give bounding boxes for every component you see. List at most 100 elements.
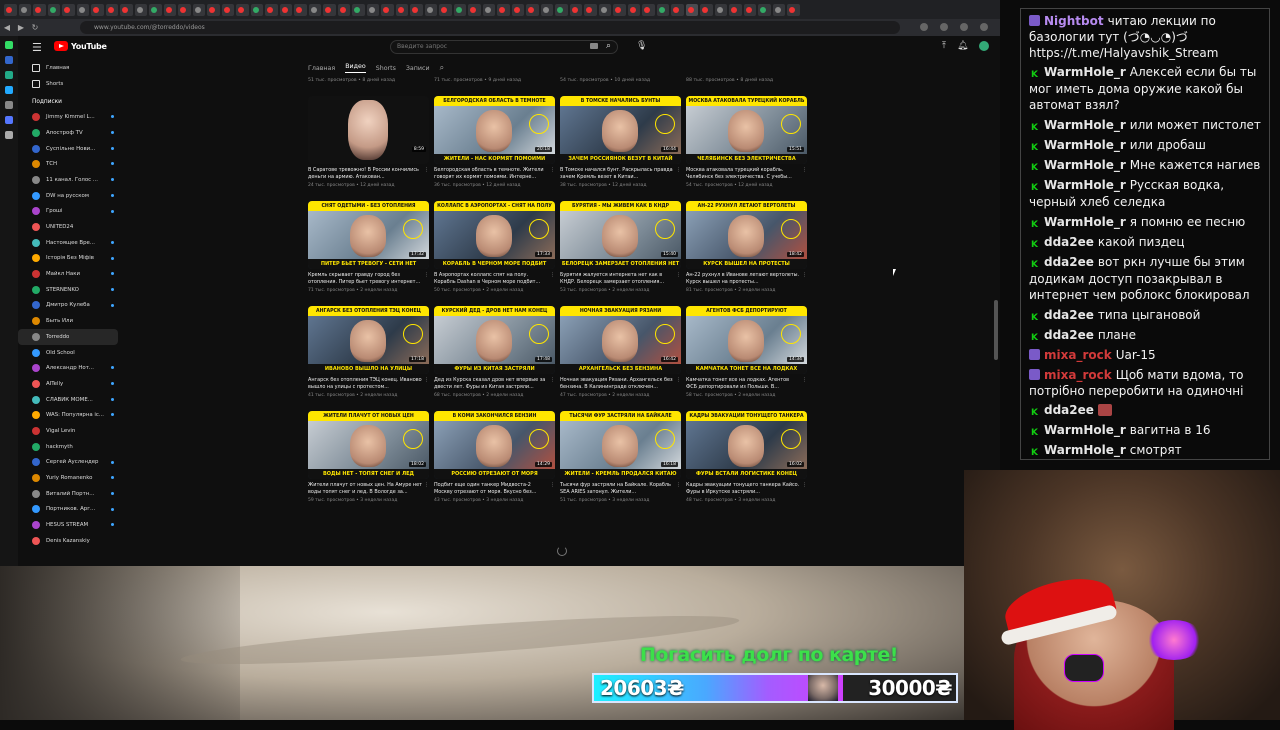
browser-tab[interactable] (787, 3, 800, 16)
video-thumbnail[interactable]: КОЛЛАПС В АЭРОПОРТАХ - СНЯТ НА ПОЛУ КОРАБ… (434, 201, 555, 269)
browser-tab[interactable] (642, 3, 655, 16)
video-thumbnail[interactable]: АНГАРСК БЕЗ ОТОПЛЕНИЯ ТЭЦ КОНЕЦ ИВАНОВО В… (308, 306, 429, 374)
browser-tab[interactable] (221, 3, 234, 16)
upload-icon[interactable]: ⤒ (942, 41, 946, 51)
browser-tab[interactable] (584, 3, 597, 16)
sidebar-item-subscription[interactable]: Суспільне Нови... (18, 141, 118, 157)
sidebar-app-icon[interactable] (5, 56, 13, 64)
video-title[interactable]: Дед из Курска сказал дров нет впервые за… (434, 377, 545, 390)
browser-tab[interactable] (714, 3, 727, 16)
sidebar-item-subscription[interactable]: Історія Без Міфів (18, 251, 118, 267)
search-input[interactable]: Введите запрос (390, 40, 618, 54)
video-title[interactable]: Ангарск без отопления ТЭЦ конец. Иваново… (308, 377, 422, 390)
video-card[interactable]: АГЕНТОВ ФСБ ДЕПОРТИРУЮТ КАМЧАТКА ТОНЕТ ВС… (686, 306, 812, 398)
sidebar-item-subscription[interactable]: Torreddo (18, 329, 118, 345)
browser-tab[interactable] (207, 3, 220, 16)
browser-tab[interactable] (758, 3, 771, 16)
sidebar-item-subscription[interactable]: ТСН (18, 156, 118, 172)
video-card[interactable]: ЖИТЕЛИ ПЛАЧУТ ОТ НОВЫХ ЦЕН ВОДЫ НЕТ - ТОП… (308, 411, 434, 503)
sidebar-item-subscription[interactable]: 11 канал. Голос ... (18, 172, 118, 188)
browser-tab[interactable] (526, 3, 539, 16)
menu-icon[interactable]: ☰ (32, 41, 42, 54)
browser-tab[interactable] (47, 3, 60, 16)
video-thumbnail[interactable]: СНЯТ ОДЕТЫМИ - БЕЗ ОТОПЛЕНИЯ ПИТЕР БЬЕТ Т… (308, 201, 429, 269)
more-options-icon[interactable]: ⋮ (676, 482, 681, 489)
more-options-icon[interactable]: ⋮ (424, 377, 429, 384)
video-thumbnail[interactable]: БУРЯТИЯ - МЫ ЖИВЕМ КАК В КНДР БЕЛОРЕЦК ЗА… (560, 201, 681, 269)
sidebar-item-subscription[interactable]: hackmyth (18, 439, 118, 455)
reload-icon[interactable]: ↻ (28, 23, 42, 32)
chat-username[interactable]: WarmHole_r (1044, 65, 1126, 79)
video-card[interactable]: В КОМИ ЗАКОНЧИЛСЯ БЕНЗИН РОССИЮ ОТРЕЗАЮТ … (434, 411, 560, 503)
scrollbar[interactable] (994, 300, 998, 360)
video-title[interactable]: Белгородская область в темноте. Жители г… (434, 167, 544, 180)
chat-username[interactable]: dda2ee (1044, 403, 1094, 417)
chat-username[interactable]: WarmHole_r (1044, 443, 1126, 457)
browser-tab[interactable] (743, 3, 756, 16)
tab-записи[interactable]: Записи (406, 65, 430, 72)
browser-tab[interactable] (439, 3, 452, 16)
browser-tab[interactable] (613, 3, 626, 16)
video-title[interactable]: Тысячи фур застряли на Байкале. Корабль … (560, 482, 671, 495)
chat-username[interactable]: Nightbot (1044, 14, 1104, 28)
video-title[interactable]: Ночная эвакуация Рязани. Архангельск без… (560, 377, 673, 390)
chat-username[interactable]: dda2ee (1044, 255, 1094, 269)
sidebar-app-icon[interactable] (5, 116, 13, 124)
video-thumbnail[interactable]: АН-22 РУХНУЛ ЛЕТАЮТ ВЕРТОЛЕТЫ КУРСК ВЫШЕЛ… (686, 201, 807, 269)
browser-tab[interactable] (555, 3, 568, 16)
video-card[interactable]: 8:59 В Саратове тревожно! В России кончил… (308, 96, 434, 188)
video-thumbnail[interactable]: МОСКВА АТАКОВАЛА ТУРЕЦКИЙ КОРАБЛЬ ЧЕЛЯБИН… (686, 96, 807, 164)
sidebar-item-subscription[interactable]: WAS: Популярна іс... (18, 407, 118, 423)
subscriptions-header[interactable]: Подписки (18, 91, 118, 109)
video-title[interactable]: Москва атаковала турецкий корабль. Челяб… (686, 167, 792, 180)
video-title[interactable]: Бурятия жалуется интернета нет как в КНД… (560, 272, 664, 285)
video-thumbnail[interactable]: 8:59 (308, 96, 429, 164)
video-card[interactable]: БЕЛГОРОДСКАЯ ОБЛАСТЬ В ТЕМНОТЕ ЖИТЕЛИ - Н… (434, 96, 560, 188)
video-thumbnail[interactable]: НОЧНАЯ ЭВАКУАЦИЯ РЯЗАНИ АРХАНГЕЛЬСК БЕЗ Б… (560, 306, 681, 374)
sidebar-item-subscription[interactable]: HESUS STREAM (18, 517, 118, 533)
video-title[interactable]: Жители плачут от новых цен. На Амуре нет… (308, 482, 422, 495)
more-options-icon[interactable]: ⋮ (802, 482, 807, 489)
browser-tab[interactable] (511, 3, 524, 16)
more-options-icon[interactable]: ⋮ (550, 272, 555, 279)
chat-username[interactable]: mixa_rock (1044, 368, 1112, 382)
more-options-icon[interactable]: ⋮ (424, 482, 429, 489)
browser-tab[interactable] (265, 3, 278, 16)
video-thumbnail[interactable]: ТЫСЯЧИ ФУР ЗАСТРЯЛИ НА БАЙКАЛЕ ЖИТЕЛИ - К… (560, 411, 681, 479)
more-options-icon[interactable]: ⋮ (676, 377, 681, 384)
sidebar-item-subscription[interactable]: Yuriy Romanenko (18, 470, 118, 486)
browser-tab[interactable] (482, 3, 495, 16)
sidebar-item-subscription[interactable]: Гроші (18, 204, 118, 220)
video-card[interactable]: ТЫСЯЧИ ФУР ЗАСТРЯЛИ НА БАЙКАЛЕ ЖИТЕЛИ - К… (560, 411, 686, 503)
browser-tab[interactable] (627, 3, 640, 16)
browser-tab[interactable] (105, 3, 118, 16)
extension-icon[interactable] (920, 23, 928, 31)
video-title[interactable]: Кадры эвакуации тонущего танкера Кайсо. … (686, 482, 799, 495)
chat-username[interactable]: WarmHole_r (1044, 158, 1126, 172)
browser-tab[interactable] (772, 3, 785, 16)
chat-username[interactable]: dda2ee (1044, 308, 1094, 322)
chat-username[interactable]: WarmHole_r (1044, 118, 1126, 132)
browser-tab[interactable] (381, 3, 394, 16)
browser-tab[interactable] (410, 3, 423, 16)
sidebar-app-icon[interactable] (5, 41, 13, 49)
sidebar-item-subscription[interactable]: Апостроф TV (18, 125, 118, 141)
sidebar-item-subscription[interactable]: Дмитро Кулеба (18, 298, 118, 314)
more-options-icon[interactable]: ⋮ (424, 167, 429, 174)
sidebar-item-subscription[interactable]: Настоящее Вре... (18, 235, 118, 251)
sidebar-item-subscription[interactable]: Портников. Арг... (18, 502, 118, 518)
browser-tab[interactable] (540, 3, 553, 16)
browser-tab[interactable] (453, 3, 466, 16)
search-icon[interactable]: ⌕ (606, 41, 611, 51)
browser-tab[interactable] (598, 3, 611, 16)
more-options-icon[interactable]: ⋮ (802, 167, 807, 174)
video-thumbnail[interactable]: В КОМИ ЗАКОНЧИЛСЯ БЕНЗИН РОССИЮ ОТРЕЗАЮТ … (434, 411, 555, 479)
browser-tab[interactable] (395, 3, 408, 16)
browser-tab[interactable] (729, 3, 742, 16)
browser-tab[interactable] (91, 3, 104, 16)
sidebar-item-subscription[interactable]: Vigal Levin (18, 423, 118, 439)
browser-tab[interactable] (76, 3, 89, 16)
browser-tab[interactable] (337, 3, 350, 16)
browser-tab[interactable] (18, 3, 31, 16)
browser-tab[interactable] (279, 3, 292, 16)
